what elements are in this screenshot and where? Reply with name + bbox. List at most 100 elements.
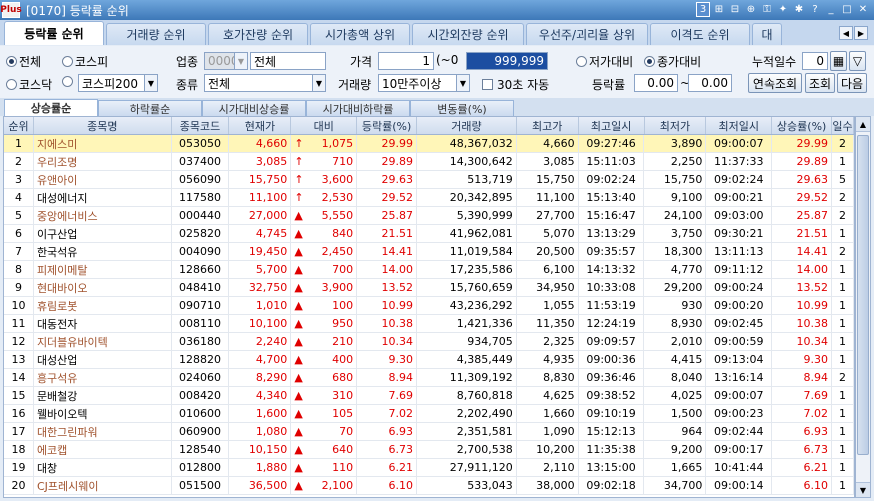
cell-name[interactable]: 대창 [34,459,172,476]
table-row[interactable]: 8 피제이메탈 128660 5,700 ▲ 700 14.00 17,235,586 6,10… [4,261,854,279]
col-header[interactable]: 현재가 [229,117,292,134]
cell-name[interactable]: 이구산업 [34,225,172,242]
table-row[interactable]: 17 대한그린파워 060900 1,080 ▲ 70 6.93 2,351,581 1,090… [4,423,854,441]
maximize-icon[interactable]: □ [840,2,854,17]
table-row[interactable]: 16 웰바이오텍 010600 1,600 ▲ 105 7.02 2,202,490 1,660… [4,405,854,423]
tab-volume-rank[interactable]: 거래량 순위 [106,23,206,45]
table-row[interactable]: 13 대성산업 128820 4,700 ▲ 400 9.30 4,385,449 4,935 0… [4,351,854,369]
tab-after-hours[interactable]: 시간외잔량 순위 [412,23,524,45]
col-header[interactable]: 최저일시 [706,117,773,134]
cell-name[interactable]: 대성에너지 [34,189,172,206]
calendar-icon[interactable]: ▦ [830,51,847,71]
cell-name[interactable]: 유앤아이 [34,171,172,188]
cell-name[interactable]: 대동전자 [34,315,172,332]
table-row[interactable]: 2 우리조명 037400 3,085 ↑ 710 29.89 14,300,642 3,085… [4,153,854,171]
cell-name[interactable]: 지에스미 [34,135,172,152]
col-header[interactable]: 순위 [4,117,34,134]
tab-orderbook-rank[interactable]: 호가잔량 순위 [208,23,308,45]
volume-select[interactable]: 10만주이상 ▼ [378,74,470,92]
screen-number-badge[interactable]: 3 [696,2,710,17]
col-header[interactable]: 최고가 [517,117,579,134]
tab-rate-rank[interactable]: 등락률 순위 [4,21,104,45]
pin-icon[interactable]: ✦ [776,2,790,17]
table-row[interactable]: 4 대성에너지 117580 11,100 ↑ 2,530 29.52 20,342,895 1… [4,189,854,207]
col-header[interactable]: 종목코드 [172,117,230,134]
tab-next-icon[interactable]: ▶ [854,26,868,40]
link-icon[interactable]: ⊞ [712,2,726,17]
cell-name[interactable]: 우리조명 [34,153,172,170]
vertical-scrollbar[interactable]: ▲ ▼ [855,116,871,498]
table-row[interactable]: 11 대동전자 008110 10,100 ▲ 950 10.38 1,421,336 11,3… [4,315,854,333]
table-row[interactable]: 1 지에스미 053050 4,660 ↑ 1,075 29.99 48,367,032 4,6… [4,135,854,153]
radio-kospi[interactable]: 코스피 [62,53,108,70]
subtab-fall[interactable]: 하락률순 [98,100,202,116]
scroll-down-icon[interactable]: ▼ [856,482,870,497]
col-header[interactable]: 대비 [291,117,358,134]
help-icon[interactable]: ? [808,2,822,17]
col-header[interactable]: 등락률(%) [357,117,418,134]
table-row[interactable]: 6 이구산업 025820 4,745 ▲ 840 21.51 41,962,081 5,070… [4,225,854,243]
settings-icon[interactable]: ✱ [792,2,806,17]
lock-icon[interactable]: ⚿ [760,2,774,17]
tab-more[interactable]: 대 [752,23,782,45]
zoom-icon[interactable]: ⊕ [744,2,758,17]
tab-market-cap[interactable]: 시가총액 상위 [310,23,410,45]
next-button[interactable]: 다음 [837,73,867,93]
rate-from-input[interactable]: 0.00 [634,74,678,92]
col-header[interactable]: 종목명 [34,117,172,134]
cell-name[interactable]: 휴림로봇 [34,297,172,314]
cell-name[interactable]: 문배철강 [34,387,172,404]
table-row[interactable]: 3 유앤아이 056090 15,750 ↑ 3,600 29.63 513,719 15,75… [4,171,854,189]
sector-name-field[interactable]: 전체 [250,52,326,70]
table-row[interactable]: 18 에코캡 128540 10,150 ▲ 640 6.73 2,700,538 10,200… [4,441,854,459]
radio-index[interactable] [62,76,75,87]
cell-name[interactable]: 대성산업 [34,351,172,368]
table-row[interactable]: 5 중앙에너비스 000440 27,000 ▲ 5,550 25.87 5,390,999 2… [4,207,854,225]
tab-prev-icon[interactable]: ◀ [839,26,853,40]
scroll-thumb[interactable] [857,135,869,455]
subtab-volatility[interactable]: 변동률(%) [410,100,514,116]
cell-name[interactable]: 웰바이오텍 [34,405,172,422]
scroll-up-icon[interactable]: ▲ [856,117,870,132]
continuous-query-button[interactable]: 연속조회 [748,73,802,93]
cell-name[interactable]: 현대바이오 [34,279,172,296]
type-select[interactable]: 전체 ▼ [204,74,326,92]
subtab-open-fall[interactable]: 시가대비하락률 [306,100,410,116]
col-header[interactable]: 일수 [832,117,854,134]
col-header[interactable]: 상승률(%) [772,117,833,134]
auto-refresh-checkbox[interactable]: 30초 자동 [482,76,549,93]
table-row[interactable]: 15 문배철강 008420 4,340 ▲ 310 7.69 8,760,818 4,625 0… [4,387,854,405]
radio-prev-low[interactable]: 저가대비 [576,53,633,70]
cell-name[interactable]: 한국석유 [34,243,172,260]
cell-name[interactable]: 피제이메탈 [34,261,172,278]
price-from-input[interactable]: 1 [378,52,434,70]
subtab-open-rise[interactable]: 시가대비상승률 [202,100,306,116]
radio-kosdaq[interactable]: 코스닥 [6,76,52,93]
table-row[interactable]: 20 CJ프레시웨이 051500 36,500 ▲ 2,100 6.10 533,043 38… [4,477,854,495]
cell-name[interactable]: 에코캡 [34,441,172,458]
rate-to-input[interactable]: 0.00 [688,74,732,92]
radio-market-all[interactable]: 전체 [6,53,41,70]
table-row[interactable]: 10 휴림로봇 090710 1,010 ▲ 100 10.99 43,236,292 1,05… [4,297,854,315]
cum-days-input[interactable]: 0 [802,52,828,70]
close-icon[interactable]: ✕ [856,2,870,17]
table-row[interactable]: 7 한국석유 004090 19,450 ▲ 2,450 14.41 11,019,584 20… [4,243,854,261]
radio-prev-close[interactable]: 종가대비 [644,53,701,70]
sector-code-select[interactable]: 0000 ▼ [204,52,248,70]
tab-disparity[interactable]: 이격도 순위 [650,23,750,45]
table-row[interactable]: 12 지더블유바이텍 036180 2,240 ▲ 210 10.34 934,705 2,32… [4,333,854,351]
table-row[interactable]: 14 흥구석유 024060 8,290 ▲ 680 8.94 11,309,192 8,830… [4,369,854,387]
cell-name[interactable]: 지더블유바이텍 [34,333,172,350]
col-header[interactable]: 최고일시 [579,117,645,134]
table-row[interactable]: 19 대창 012800 1,880 ▲ 110 6.21 27,911,120 2,110 13… [4,459,854,477]
table-row[interactable]: 9 현대바이오 048410 32,750 ▲ 3,900 13.52 15,760,659 3… [4,279,854,297]
minimize-icon[interactable]: _ [824,2,838,17]
subtab-rise[interactable]: 상승률순 [4,99,98,116]
cell-name[interactable]: CJ프레시웨이 [34,477,172,494]
price-to-input[interactable]: 999,999 [466,52,548,70]
index-select[interactable]: 코스피200 ▼ [78,74,158,92]
filter-icon[interactable]: ▽ [849,51,866,71]
col-header[interactable]: 최저가 [645,117,707,134]
tab-preferred[interactable]: 우선주/괴리율 상위 [526,23,648,45]
cell-name[interactable]: 중앙에너비스 [34,207,172,224]
